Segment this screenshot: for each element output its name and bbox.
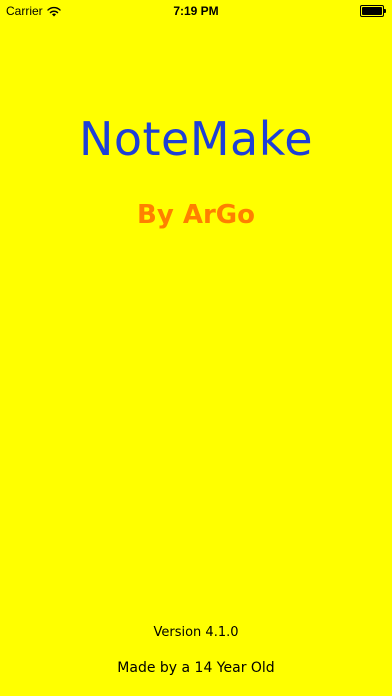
battery-fill — [362, 7, 382, 15]
footer-label: Made by a 14 Year Old — [117, 660, 275, 676]
status-time: 7:19 PM — [173, 4, 219, 18]
battery-tip — [384, 9, 386, 13]
app-byline: By ArGo — [137, 200, 255, 230]
app-title: NoteMake — [78, 112, 314, 166]
battery-icon — [360, 5, 386, 17]
battery-body — [360, 5, 384, 17]
version-label: Version 4.1.0 — [153, 625, 239, 640]
status-bar: Carrier 7:19 PM — [0, 0, 392, 22]
splash-screen: Carrier 7:19 PM NoteMake By ArGo Version… — [0, 0, 392, 696]
